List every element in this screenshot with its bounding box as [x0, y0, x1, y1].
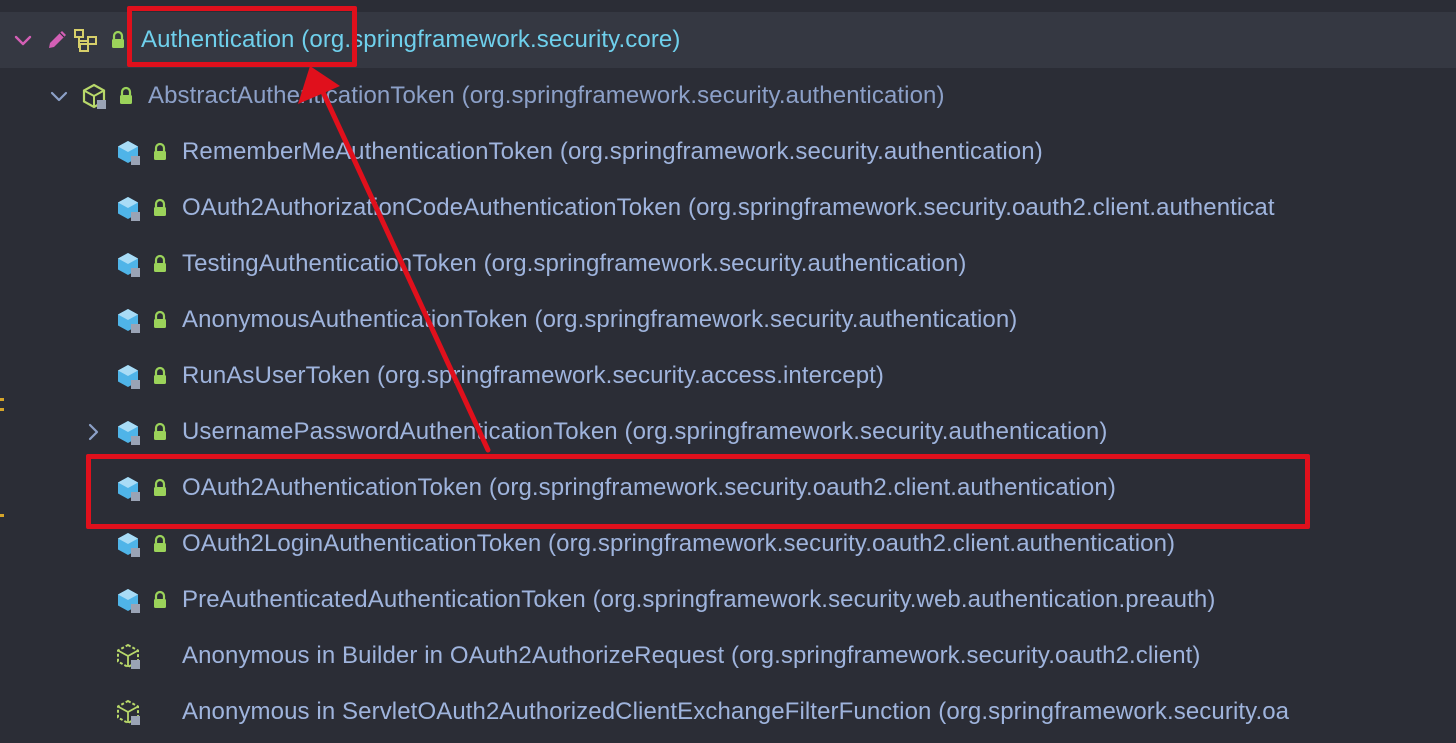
package-name: (org.springframework.security.authentica…: [559, 138, 1043, 165]
class-name: TestingAuthenticationToken: [182, 250, 477, 277]
class-name: OAuth2LoginAuthenticationToken: [182, 530, 542, 557]
class-name: RunAsUserToken: [182, 362, 371, 389]
lock-icon: [154, 142, 166, 160]
tree-node-label: UsernamePasswordAuthenticationToken (org…: [182, 416, 1107, 448]
class-icon: [118, 533, 140, 557]
package-name: (org.springframework.security.core): [301, 26, 681, 53]
package-name: (org.springframework.security.oauth2.cli…: [731, 642, 1201, 669]
class-name: AbstractAuthenticationToken: [148, 82, 455, 109]
lock-icon: [112, 30, 124, 48]
chevron-down-icon[interactable]: [48, 85, 70, 107]
package-name: (org.springframework.security.oa: [938, 698, 1290, 725]
package-name: (org.springframework.security.oauth2.cli…: [687, 194, 1275, 221]
class-icon: [118, 421, 140, 445]
tree-node-label: AbstractAuthenticationToken (org.springf…: [148, 80, 945, 112]
tree-node-class[interactable]: RunAsUserToken (org.springframework.secu…: [0, 348, 1456, 404]
tree-node-label: Anonymous in ServletOAuth2AuthorizedClie…: [182, 696, 1289, 728]
tree-node-label: Anonymous in Builder in OAuth2AuthorizeR…: [182, 640, 1201, 672]
lock-icon: [154, 590, 166, 608]
tree-node-label: OAuth2AuthorizationCodeAuthenticationTok…: [182, 192, 1275, 224]
class-icon: [118, 253, 140, 277]
tree-node-class[interactable]: UsernamePasswordAuthenticationToken (org…: [0, 404, 1456, 460]
pencil-icon: [49, 31, 66, 48]
lock-icon: [154, 366, 166, 384]
tree-node-anonymous-class[interactable]: Anonymous in Builder in OAuth2AuthorizeR…: [0, 628, 1456, 684]
tree-node-label: OAuth2LoginAuthenticationToken (org.spri…: [182, 528, 1175, 560]
chevron-down-icon[interactable]: [12, 29, 34, 51]
class-icon: [118, 365, 140, 389]
lock-icon: [154, 422, 166, 440]
package-name: (org.springframework.security.authentica…: [461, 82, 945, 109]
gutter-marker: [0, 514, 4, 517]
gutter-marker: [0, 398, 4, 401]
hierarchy-icon: [74, 29, 97, 52]
chevron-right-icon[interactable]: [82, 421, 104, 443]
tree-node-anonymous-class[interactable]: Anonymous in ServletOAuth2AuthorizedClie…: [0, 684, 1456, 740]
annotation-box-oauth2-authentication-token: [86, 454, 1310, 529]
tree-node-label: RememberMeAuthenticationToken (org.sprin…: [182, 136, 1043, 168]
package-name: (org.springframework.security.authentica…: [624, 418, 1108, 445]
tree-node-abstract-authentication-token[interactable]: AbstractAuthenticationToken (org.springf…: [0, 68, 1456, 124]
tree-node-label: RunAsUserToken (org.springframework.secu…: [182, 360, 884, 392]
package-name: (org.springframework.security.web.authen…: [592, 586, 1216, 613]
class-name: RememberMeAuthenticationToken: [182, 138, 554, 165]
abstract-class-icon: [82, 83, 106, 109]
tree-node-label: TestingAuthenticationToken (org.springfr…: [182, 248, 967, 280]
tree-node-class[interactable]: OAuth2AuthorizationCodeAuthenticationTok…: [0, 180, 1456, 236]
package-name: (org.springframework.security.access.int…: [376, 362, 885, 389]
package-name: (org.springframework.security.authentica…: [534, 306, 1018, 333]
anonymous-class-icon: [117, 699, 140, 725]
tree-node-class[interactable]: RememberMeAuthenticationToken (org.sprin…: [0, 124, 1456, 180]
type-hierarchy-tree: Authentication (org.springframework.secu…: [0, 0, 1456, 743]
lock-icon: [120, 86, 132, 104]
class-name: UsernamePasswordAuthenticationToken: [182, 418, 618, 445]
class-name: OAuth2AuthorizationCodeAuthenticationTok…: [182, 194, 682, 221]
tree-node-label: AnonymousAuthenticationToken (org.spring…: [182, 304, 1017, 336]
package-name: (org.springframework.security.oauth2.cli…: [548, 530, 1176, 557]
class-icon: [118, 197, 140, 221]
class-icon: [118, 589, 140, 613]
class-name: PreAuthenticatedAuthenticationToken: [182, 586, 586, 613]
class-name: Anonymous in Builder in OAuth2AuthorizeR…: [182, 642, 725, 669]
lock-icon: [154, 198, 166, 216]
annotation-box-authentication: [127, 6, 357, 67]
lock-icon: [154, 310, 166, 328]
tree-node-class[interactable]: TestingAuthenticationToken (org.springfr…: [0, 236, 1456, 292]
class-name: AnonymousAuthenticationToken: [182, 306, 528, 333]
tree-node-label: PreAuthenticatedAuthenticationToken (org…: [182, 584, 1215, 616]
tree-node-class[interactable]: PreAuthenticatedAuthenticationToken (org…: [0, 572, 1456, 628]
gutter-marker: [0, 408, 4, 411]
class-icon: [118, 141, 140, 165]
tree-node-class[interactable]: AnonymousAuthenticationToken (org.spring…: [0, 292, 1456, 348]
class-icon: [118, 309, 140, 333]
lock-icon: [154, 534, 166, 552]
lock-icon: [154, 254, 166, 272]
class-name: Anonymous in ServletOAuth2AuthorizedClie…: [182, 698, 932, 725]
package-name: (org.springframework.security.authentica…: [483, 250, 967, 277]
anonymous-class-icon: [117, 643, 140, 669]
